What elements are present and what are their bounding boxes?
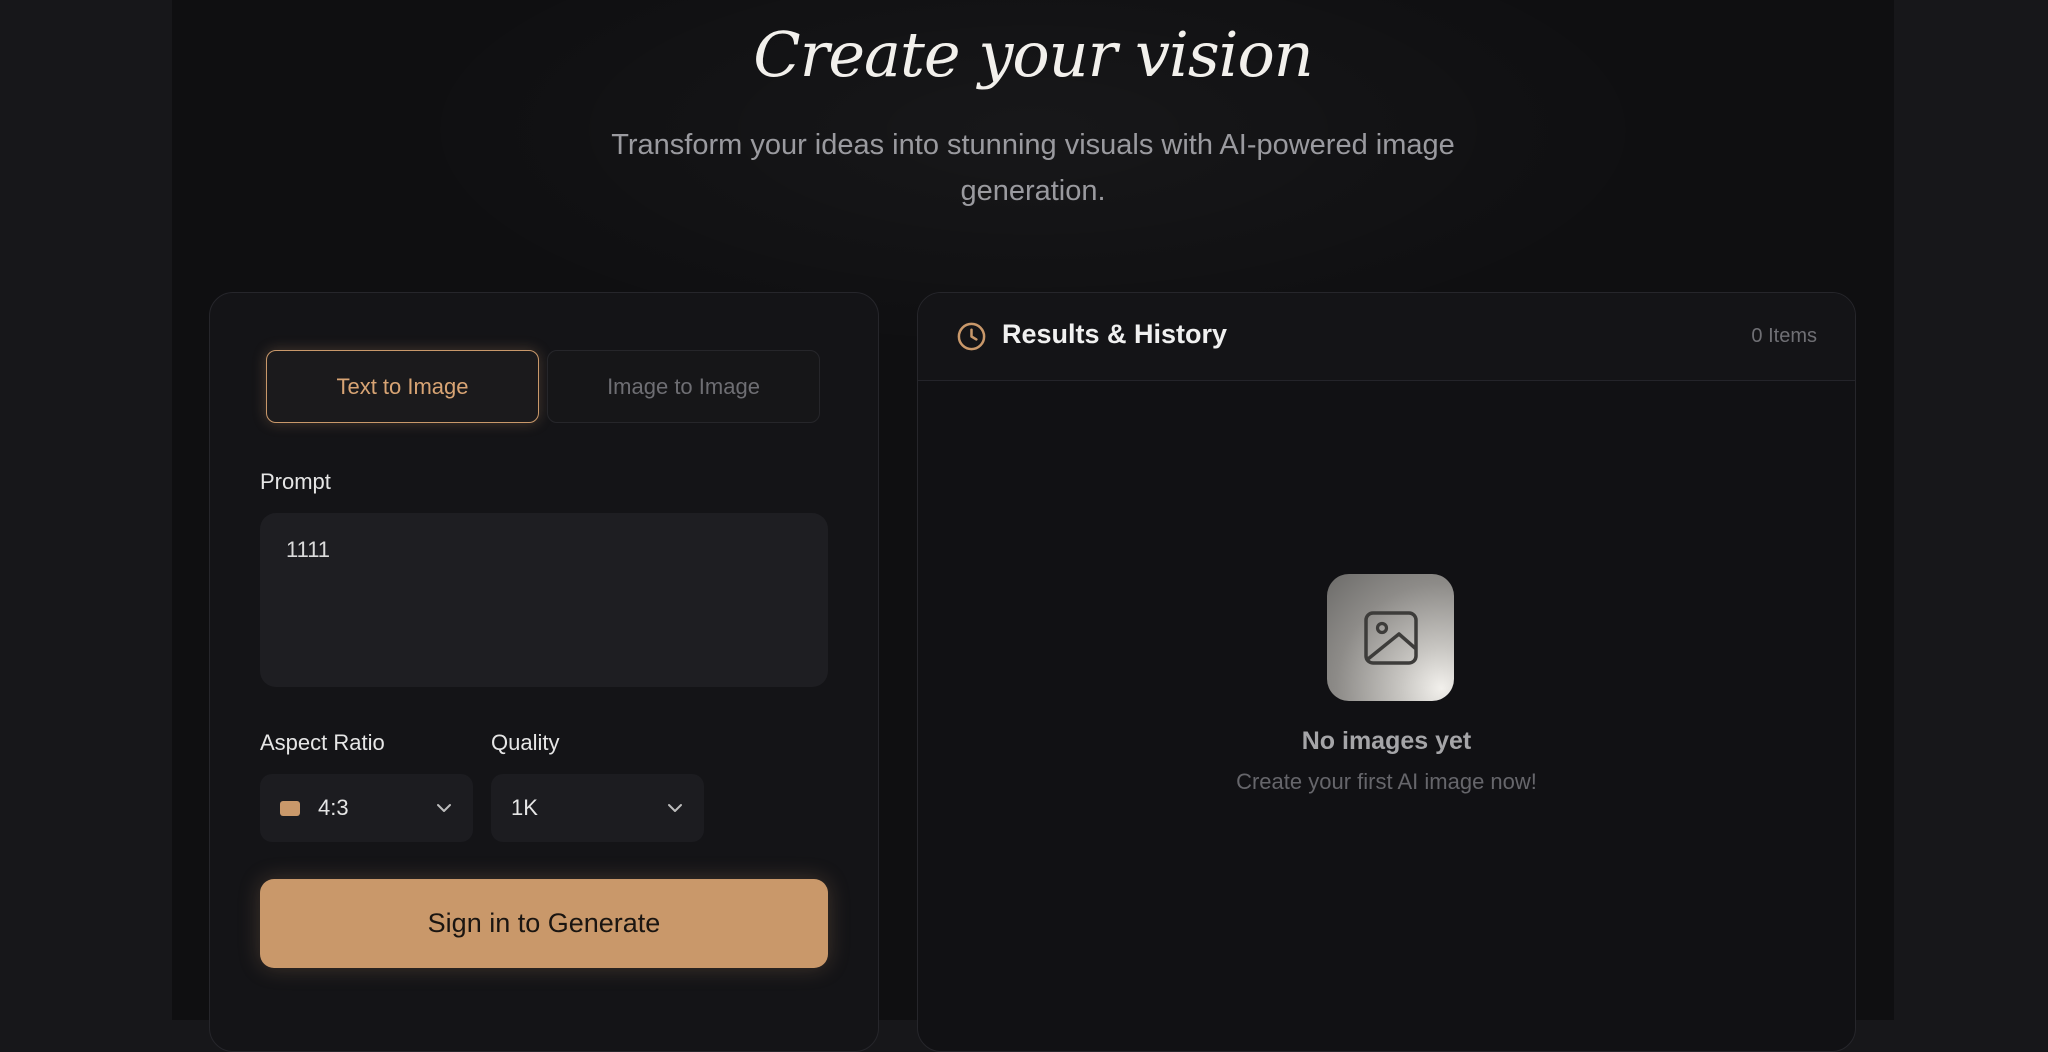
prompt-input[interactable]: 1111 — [260, 513, 828, 687]
clock-icon — [957, 322, 986, 351]
results-panel: Results & History 0 Items No images yet … — [917, 292, 1856, 1052]
mode-tabs: Text to Image Image to Image — [266, 350, 820, 423]
aspect-ratio-swatch-icon — [280, 800, 300, 816]
quality-select[interactable]: 1K — [491, 774, 704, 842]
empty-state-subtitle: Create your first AI image now! — [1236, 769, 1537, 794]
chevron-down-icon — [668, 804, 682, 812]
results-header: Results & History 0 Items — [918, 293, 1855, 381]
tab-text-to-image[interactable]: Text to Image — [266, 350, 539, 423]
generator-panel: Text to Image Image to Image Prompt 1111… — [209, 292, 879, 1052]
hero-subtitle: Transform your ideas into stunning visua… — [611, 129, 1455, 207]
aspect-ratio-select[interactable]: 4:3 — [260, 774, 473, 842]
hero-title: Create your vision — [753, 18, 1313, 91]
prompt-label: Prompt — [260, 469, 331, 494]
aspect-ratio-value: 4:3 — [318, 795, 349, 820]
chevron-down-icon — [437, 804, 451, 812]
quality-value: 1K — [511, 795, 538, 820]
sign-in-to-generate-button[interactable]: Sign in to Generate — [260, 879, 828, 968]
image-icon — [1363, 610, 1418, 665]
tab-image-to-image[interactable]: Image to Image — [547, 350, 820, 423]
page: Create your vision Transform your ideas … — [172, 0, 1894, 1052]
image-placeholder-icon — [1327, 574, 1454, 701]
aspect-ratio-label: Aspect Ratio — [260, 730, 385, 755]
quality-label: Quality — [491, 730, 560, 755]
results-count: 0 Items — [1751, 325, 1817, 347]
results-title: Results & History — [1002, 319, 1228, 349]
empty-state-title: No images yet — [1301, 727, 1472, 755]
